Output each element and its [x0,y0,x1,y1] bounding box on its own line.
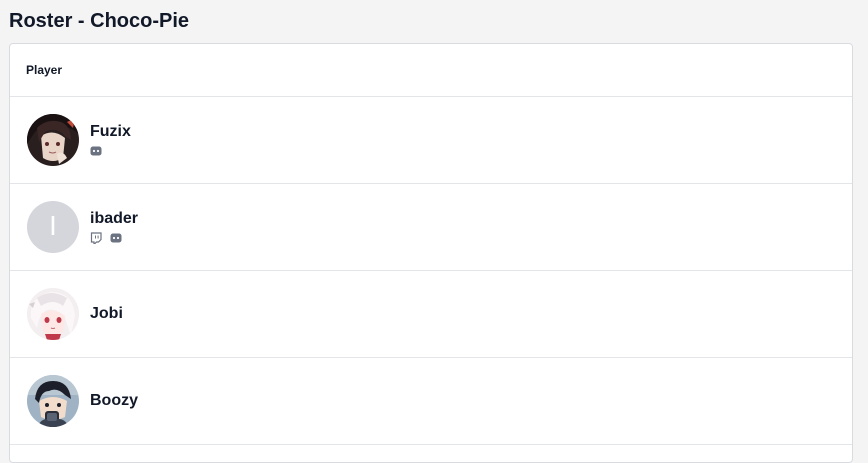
discord-icon[interactable] [90,145,102,157]
player-socials [90,144,131,158]
player-socials [90,231,138,245]
discord-icon[interactable] [110,232,122,244]
roster-table: Player Fuzix I ibader Jobi Boozy [9,43,853,463]
player-name[interactable]: Boozy [90,391,138,411]
player-avatar[interactable]: I [27,201,79,253]
table-row: I ibader [10,184,852,271]
table-row: Jobi [10,271,852,358]
table-row: Fuzix [10,97,852,184]
player-avatar[interactable] [27,288,79,340]
anime-girl-white-hair-avatar [27,288,79,340]
table-header: Player [10,44,852,97]
player-name[interactable]: ibader [90,209,138,229]
anime-girl-dark-avatar [27,114,79,166]
twitch-icon[interactable] [90,232,102,244]
player-avatar[interactable] [27,114,79,166]
table-row: Boozy [10,358,852,445]
page-title: Roster - Choco-Pie [9,10,190,32]
anime-boy-dark-hair-avatar [27,375,79,427]
column-header-player: Player [26,63,63,77]
player-avatar[interactable] [27,375,79,427]
player-name[interactable]: Jobi [90,304,123,324]
player-name[interactable]: Fuzix [90,122,131,142]
avatar-initial: I [49,212,57,242]
